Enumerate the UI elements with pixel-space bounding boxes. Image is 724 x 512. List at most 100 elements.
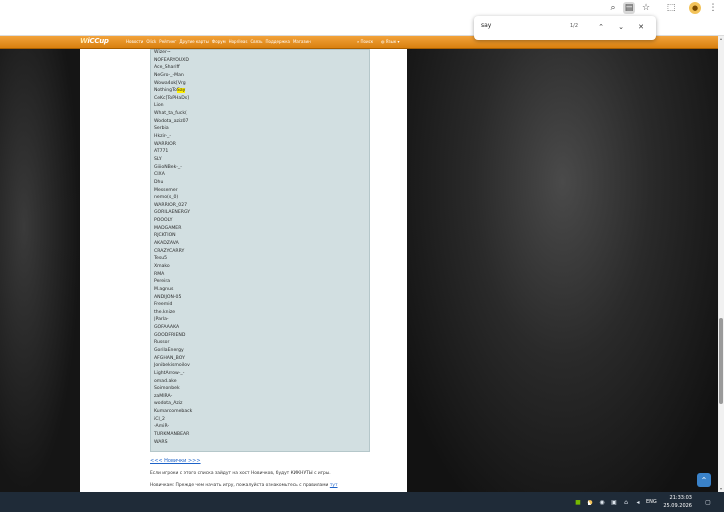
back-to-top-button[interactable]: ⌃ bbox=[697, 473, 711, 487]
find-previous-button[interactable]: ⌃ bbox=[595, 21, 607, 33]
avatar[interactable]: ● bbox=[689, 2, 701, 14]
nav-menu: Новости Olick Рейтинг Другие карты Форум Hopr… bbox=[126, 39, 311, 44]
list-item: POOOLY bbox=[154, 218, 173, 224]
list-item: Wowa4ok[Vrg bbox=[154, 80, 186, 86]
nav-search-link[interactable]: ⌕ Поиск bbox=[357, 39, 373, 44]
find-next-button[interactable]: ⌄ bbox=[615, 21, 627, 33]
reader-icon[interactable]: ▤ bbox=[623, 2, 635, 14]
list-item: Xmako bbox=[154, 263, 170, 269]
list-item: Hkzir-_- bbox=[154, 134, 172, 140]
list-item: |Parla- bbox=[154, 317, 169, 323]
find-highlight: Say bbox=[176, 88, 186, 94]
list-item: Lion bbox=[154, 103, 164, 109]
list-item: Pereira bbox=[154, 279, 171, 285]
list-item: AKADZAVA bbox=[154, 241, 179, 247]
background-art-right bbox=[407, 49, 718, 492]
notification-icon[interactable]: ▢ bbox=[704, 498, 712, 506]
list-item: RMA bbox=[154, 271, 165, 277]
list-item: Ace_Shariff bbox=[154, 65, 180, 71]
scroll-up-icon[interactable]: ▴ bbox=[718, 36, 724, 42]
novice-link[interactable]: <<< Новички >>> bbox=[150, 458, 201, 464]
list-item: ANDIJON-05 bbox=[154, 294, 182, 300]
arrow-up-icon: ⌃ bbox=[700, 475, 708, 485]
list-item: SLY bbox=[154, 156, 162, 162]
nav-item[interactable]: Новости bbox=[126, 39, 143, 44]
find-count: 1/2 bbox=[570, 23, 579, 29]
site-logo[interactable]: WiCCup bbox=[80, 37, 109, 48]
list-item: AT771 bbox=[154, 149, 169, 155]
background-art-left bbox=[0, 49, 80, 492]
list-item: GORILAENERGY bbox=[154, 210, 191, 216]
list-item: CRAZYCARRY bbox=[154, 248, 185, 254]
list-item: NOFEARYOUXD bbox=[154, 57, 189, 63]
list-item: NothingToSay bbox=[154, 87, 192, 95]
nav-item[interactable]: Olick bbox=[146, 39, 156, 44]
list-item: Dhu bbox=[154, 179, 164, 185]
list-item: GOFAAAKA bbox=[154, 325, 180, 331]
player-name-part: NothingTo bbox=[154, 88, 177, 94]
discord-tray-icon[interactable]: ◉ bbox=[598, 498, 606, 506]
list-item: TURKMANBEAR bbox=[154, 432, 190, 438]
sound-icon[interactable]: ◂ bbox=[634, 498, 642, 506]
list-item: M.agnus bbox=[154, 286, 174, 292]
taskbar: ■ ● ◉ ▣ ⌂ ◂ ENG 21:33:03 25.09.2026 ▢ bbox=[0, 492, 724, 512]
nav-item[interactable]: Связь bbox=[250, 39, 262, 44]
list-item: CeKc[ToPHaDs] bbox=[154, 95, 189, 101]
extensions-icon[interactable]: ⬚ bbox=[665, 2, 677, 14]
keyboard-language[interactable]: ENG bbox=[646, 499, 657, 505]
nav-lang-link[interactable]: ◍ Язык ▾ bbox=[381, 39, 400, 44]
list-item: wodota_Aziz bbox=[154, 401, 183, 407]
scroll-thumb[interactable] bbox=[719, 318, 723, 404]
star-icon[interactable]: ☆ bbox=[640, 2, 652, 14]
list-item: GiiioNBek-_- bbox=[154, 164, 182, 170]
nvidia-tray-icon[interactable]: ■ bbox=[574, 498, 582, 506]
list-item: WARS bbox=[154, 439, 168, 445]
list-item: Russor bbox=[154, 340, 170, 346]
clock-time[interactable]: 21:33:03 bbox=[666, 495, 692, 501]
zoom-icon[interactable]: ⌕ bbox=[607, 2, 619, 14]
nav-item[interactable]: Форум bbox=[212, 39, 226, 44]
list-item: Soimonbek bbox=[154, 386, 180, 392]
list-item: -AmiR- bbox=[154, 424, 170, 430]
list-item: NeGro-_-Man bbox=[154, 72, 184, 78]
mouse-cursor bbox=[588, 500, 591, 505]
list-item: LightArrow-_- bbox=[154, 370, 185, 376]
list-item: omad.ake bbox=[154, 378, 177, 384]
list-item: zaMIRA- bbox=[154, 393, 173, 399]
nav-item[interactable]: Другие карты bbox=[179, 39, 208, 44]
nav-search-label: Поиск bbox=[360, 39, 374, 44]
nav-item[interactable]: Рейтинг bbox=[159, 39, 176, 44]
menu-icon[interactable]: ⋮ bbox=[707, 2, 719, 14]
list-item: the.knize bbox=[154, 309, 176, 315]
list-item: What_ta_fuck( bbox=[154, 111, 187, 117]
list-item: Messemer bbox=[154, 187, 178, 193]
page-scrollbar[interactable]: ▴ ▾ bbox=[718, 36, 724, 492]
player-list: Wizer~ NOFEARYOUXD Ace_Shariff NeGro-_-Man W… bbox=[154, 49, 192, 446]
list-item: AFGHAN_BOY bbox=[154, 355, 185, 361]
kick-notice: Если игроки с этого списка зайдут на хос… bbox=[150, 471, 331, 476]
list-item: GOODFRIEND bbox=[154, 332, 186, 338]
nav-item[interactable]: Поддержка bbox=[266, 39, 290, 44]
clock-date[interactable]: 25.09.2026 bbox=[662, 503, 692, 509]
list-item: Tesu5 bbox=[154, 256, 168, 262]
list-item: Wodota_aziz07 bbox=[154, 118, 189, 124]
list-item: iCl_2 bbox=[154, 416, 165, 422]
rules-notice: Новичкам: Прежде чем начать игру, пожалу… bbox=[150, 483, 338, 488]
list-item: WARRIOR_027 bbox=[154, 202, 188, 208]
list-item: Jonibekismoilov bbox=[154, 363, 190, 369]
list-item: RJCKTION bbox=[154, 233, 176, 239]
list-item: nemo(s_0) bbox=[154, 195, 179, 201]
list-item: CIXA bbox=[154, 172, 165, 178]
app2-tray-icon[interactable]: ▣ bbox=[610, 498, 618, 506]
list-item: Kumarcomeback bbox=[154, 409, 193, 415]
nav-item[interactable]: Магазин bbox=[293, 39, 311, 44]
nav-item[interactable]: Hoprileas bbox=[229, 39, 248, 44]
network-icon[interactable]: ⌂ bbox=[622, 498, 630, 506]
list-item: Wizer~ bbox=[154, 50, 171, 55]
list-item: Freemid bbox=[154, 302, 173, 308]
find-close-button[interactable]: ✕ bbox=[635, 21, 647, 33]
rules-notice-text: Новичкам: Прежде чем начать игру, пожалу… bbox=[150, 483, 330, 488]
rules-link[interactable]: тут bbox=[330, 483, 338, 488]
find-input[interactable]: say bbox=[481, 22, 491, 29]
find-bar: say 1/2 ⌃ ⌄ ✕ bbox=[474, 16, 656, 40]
